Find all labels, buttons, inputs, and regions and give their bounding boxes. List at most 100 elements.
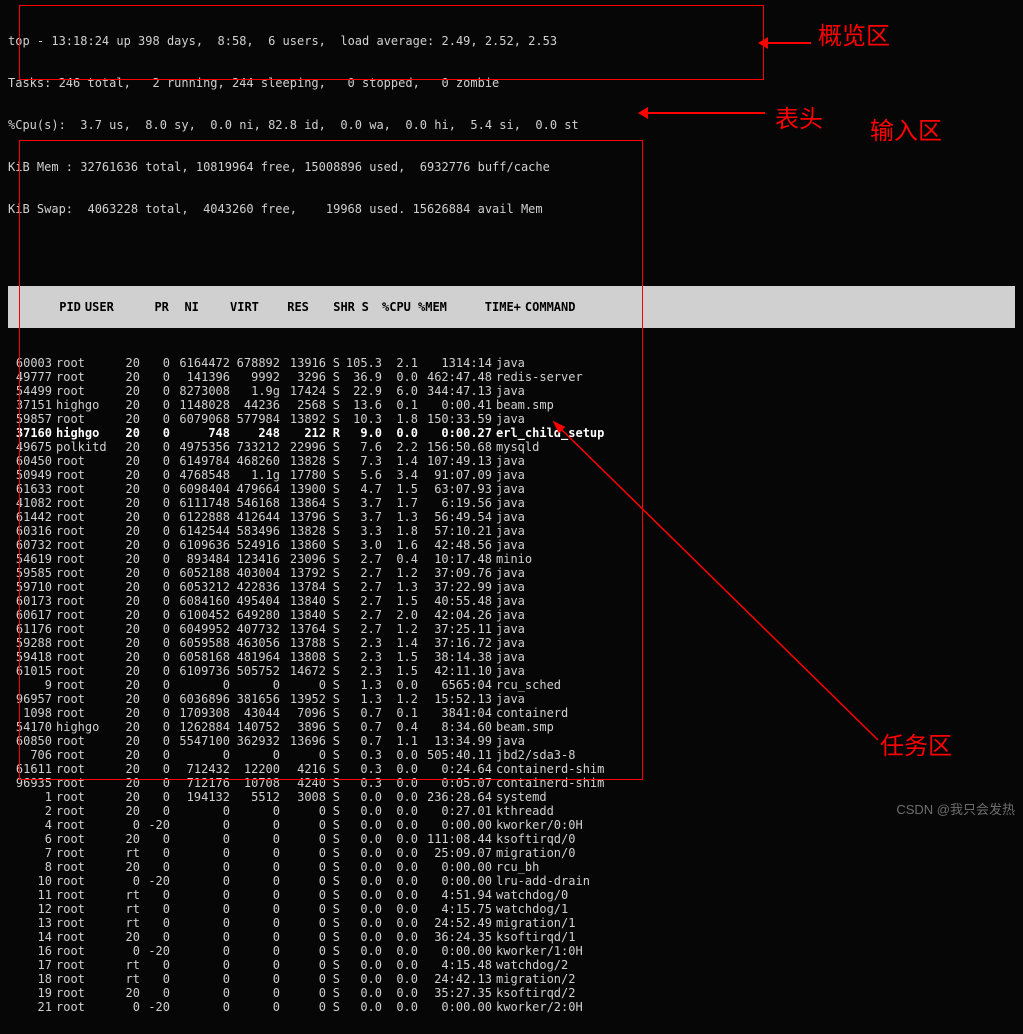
table-row[interactable]: 96957root200603689638165613952S1.31.215:… — [8, 692, 1015, 706]
header-pr[interactable]: PR — [137, 300, 169, 314]
cell-cmd: watchdog/2 — [492, 958, 568, 972]
table-row[interactable]: 4root0-20000S0.00.00:00.00kworker/0:0H — [8, 818, 1015, 832]
cell-user: root — [52, 692, 108, 706]
table-row[interactable]: 14root200000S0.00.036:24.35ksoftirqd/1 — [8, 930, 1015, 944]
table-row[interactable]: 60450root200614978446826013828S7.31.4107… — [8, 454, 1015, 468]
table-row[interactable]: 59585root200605218840300413792S2.71.237:… — [8, 566, 1015, 580]
cell-ni: 0 — [140, 566, 170, 580]
cell-mem: 0.0 — [382, 804, 418, 818]
table-row[interactable]: 11rootrt0000S0.00.04:51.94watchdog/0 — [8, 888, 1015, 902]
cell-time: 42:04.26 — [418, 608, 492, 622]
table-row[interactable]: 59288root200605958846305613788S2.31.437:… — [8, 636, 1015, 650]
cell-res: 0 — [230, 958, 280, 972]
table-row[interactable]: 61442root200612288841264413796S3.71.356:… — [8, 510, 1015, 524]
table-row[interactable]: 96935root200712176107084240S0.30.00:05.0… — [8, 776, 1015, 790]
table-row[interactable]: 49675polkitd200497535673321222996S7.62.2… — [8, 440, 1015, 454]
table-row[interactable]: 61176root200604995240773213764S2.71.237:… — [8, 622, 1015, 636]
header-cpu[interactable]: %CPU — [369, 300, 411, 314]
table-row[interactable]: 2root200000S0.00.00:27.01kthreadd — [8, 804, 1015, 818]
table-row[interactable]: 37160highgo200748248212R9.00.00:00.27erl… — [8, 426, 1015, 440]
cell-time: 107:49.13 — [418, 454, 492, 468]
process-table-header[interactable]: PIDUSERPRNIVIRTRESSHRS%CPU%MEMTIME+COMMA… — [8, 286, 1015, 328]
cell-pr: 20 — [108, 496, 140, 510]
header-ni[interactable]: NI — [169, 300, 199, 314]
table-row[interactable]: 17rootrt0000S0.00.04:15.48watchdog/2 — [8, 958, 1015, 972]
header-s[interactable]: S — [355, 300, 369, 314]
cell-cmd: ksoftirqd/1 — [492, 930, 575, 944]
table-row[interactable]: 61015root200610973650575214672S2.31.542:… — [8, 664, 1015, 678]
cell-res: 362932 — [230, 734, 280, 748]
table-row[interactable]: 50949root20047685481.1g17780S5.63.491:07… — [8, 468, 1015, 482]
cell-shr: 14672 — [280, 664, 326, 678]
table-row[interactable]: 7rootrt0000S0.00.025:09.07migration/0 — [8, 846, 1015, 860]
table-row[interactable]: 60850root200554710036293213696S0.71.113:… — [8, 734, 1015, 748]
table-row[interactable]: 10root0-20000S0.00.00:00.00lru-add-drain — [8, 874, 1015, 888]
table-row[interactable]: 54619root20089348412341623096S2.70.410:1… — [8, 552, 1015, 566]
header-user[interactable]: USER — [81, 300, 137, 314]
cell-virt: 0 — [170, 748, 230, 762]
cell-mem: 2.2 — [382, 440, 418, 454]
cell-cmd: java — [492, 664, 525, 678]
table-row[interactable]: 60732root200610963652491613860S3.01.642:… — [8, 538, 1015, 552]
table-row[interactable]: 60003root200616447267889213916S105.32.11… — [8, 356, 1015, 370]
cell-mem: 0.0 — [382, 958, 418, 972]
table-row[interactable]: 59418root200605816848196413808S2.31.538:… — [8, 650, 1015, 664]
cell-user: root — [52, 818, 108, 832]
cell-cpu: 2.7 — [340, 580, 382, 594]
header-time[interactable]: TIME+ — [447, 300, 521, 314]
table-row[interactable]: 9root200000S1.30.06565:04rcu_sched — [8, 678, 1015, 692]
table-row[interactable]: 6root200000S0.00.0111:08.44ksoftirqd/0 — [8, 832, 1015, 846]
table-row[interactable]: 59710root200605321242283613784S2.71.337:… — [8, 580, 1015, 594]
table-row[interactable]: 706root200000S0.30.0505:40.11jbd2/sda3-8 — [8, 748, 1015, 762]
table-row[interactable]: 61633root200609840447966413900S4.71.563:… — [8, 482, 1015, 496]
table-row[interactable]: 60316root200614254458349613828S3.31.857:… — [8, 524, 1015, 538]
cell-cmd: watchdog/0 — [492, 888, 568, 902]
cell-ni: -20 — [140, 818, 170, 832]
table-row[interactable]: 16root0-20000S0.00.00:00.00kworker/1:0H — [8, 944, 1015, 958]
cell-cmd: java — [492, 510, 525, 524]
table-row[interactable]: 1root20019413255123008S0.00.0236:28.64sy… — [8, 790, 1015, 804]
cell-pid: 1098 — [8, 706, 52, 720]
cell-cpu: 9.0 — [340, 426, 382, 440]
cell-cmd: java — [492, 468, 525, 482]
table-row[interactable]: 18rootrt0000S0.00.024:42.13migration/2 — [8, 972, 1015, 986]
header-cmd[interactable]: COMMAND — [521, 300, 576, 314]
table-row[interactable]: 60617root200610045264928013840S2.72.042:… — [8, 608, 1015, 622]
cell-time: 4:15.48 — [418, 958, 492, 972]
table-row[interactable]: 60173root200608416049540413840S2.71.540:… — [8, 594, 1015, 608]
header-virt[interactable]: VIRT — [199, 300, 259, 314]
terminal-output[interactable]: top - 13:18:24 up 398 days, 8:58, 6 user… — [0, 0, 1023, 1034]
table-row[interactable]: 59857root200607906857798413892S10.31.815… — [8, 412, 1015, 426]
table-row[interactable]: 54170highgo20012628841407523896S0.70.48:… — [8, 720, 1015, 734]
header-pid[interactable]: PID — [37, 300, 81, 314]
process-list[interactable]: 60003root200616447267889213916S105.32.11… — [8, 356, 1015, 1014]
table-row[interactable]: 41082root200611174854616813864S3.71.76:1… — [8, 496, 1015, 510]
table-row[interactable]: 54499root20082730081.9g17424S22.96.0344:… — [8, 384, 1015, 398]
cell-user: root — [52, 930, 108, 944]
cell-pid: 49675 — [8, 440, 52, 454]
cell-cpu: 0.0 — [340, 790, 382, 804]
cell-mem: 1.5 — [382, 664, 418, 678]
cell-res: 0 — [230, 972, 280, 986]
cell-cpu: 0.0 — [340, 902, 382, 916]
cell-user: root — [52, 468, 108, 482]
table-row[interactable]: 8root200000S0.00.00:00.00rcu_bh — [8, 860, 1015, 874]
cell-virt: 1709308 — [170, 706, 230, 720]
table-row[interactable]: 12rootrt0000S0.00.04:15.75watchdog/1 — [8, 902, 1015, 916]
cell-shr: 13796 — [280, 510, 326, 524]
cell-s: S — [326, 622, 340, 636]
header-mem[interactable]: %MEM — [411, 300, 447, 314]
cell-cpu: 2.7 — [340, 552, 382, 566]
table-row[interactable]: 37151highgo2001148028442362568S13.60.10:… — [8, 398, 1015, 412]
table-row[interactable]: 49777root20014139699923296S36.90.0462:47… — [8, 370, 1015, 384]
cell-shr: 13860 — [280, 538, 326, 552]
table-row[interactable]: 21root0-20000S0.00.00:00.00kworker/2:0H — [8, 1000, 1015, 1014]
table-row[interactable]: 61611root200712432122004216S0.30.00:24.6… — [8, 762, 1015, 776]
header-shr[interactable]: SHR — [309, 300, 355, 314]
table-row[interactable]: 13rootrt0000S0.00.024:52.49migration/1 — [8, 916, 1015, 930]
header-res[interactable]: RES — [259, 300, 309, 314]
table-row[interactable]: 19root200000S0.00.035:27.35ksoftirqd/2 — [8, 986, 1015, 1000]
cell-ni: 0 — [140, 468, 170, 482]
cell-cmd: java — [492, 538, 525, 552]
table-row[interactable]: 1098root2001709308430447096S0.70.13841:0… — [8, 706, 1015, 720]
